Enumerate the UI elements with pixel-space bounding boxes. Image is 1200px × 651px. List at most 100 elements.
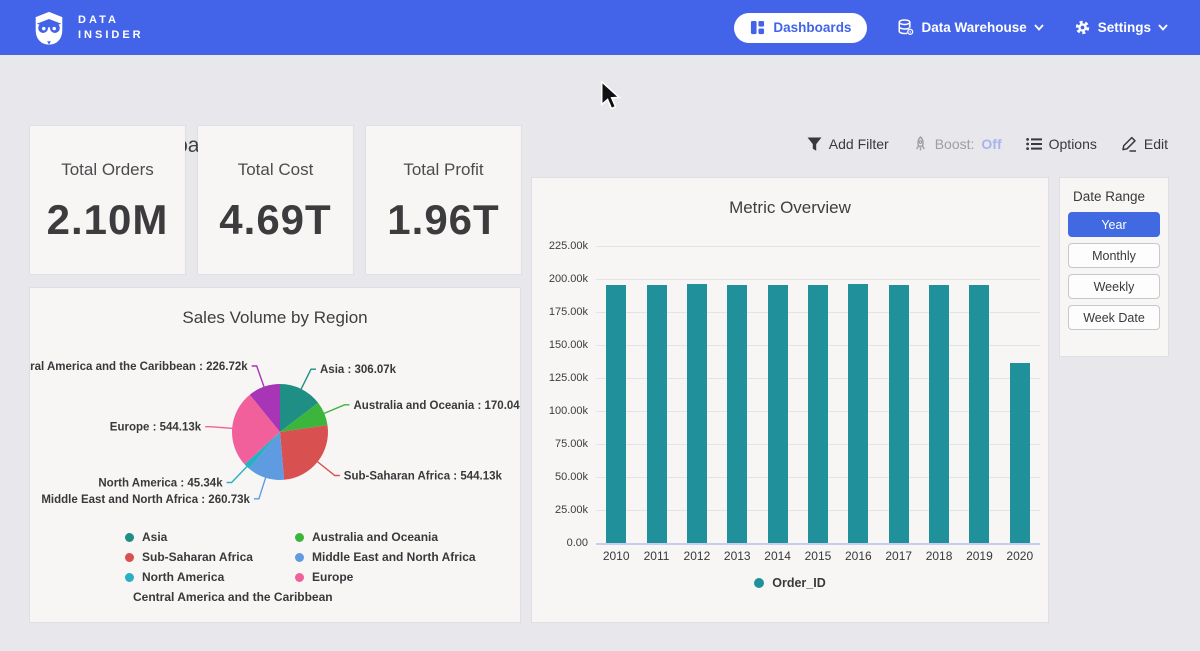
kpi-value: 1.96T: [366, 196, 521, 244]
pie-slice-sub-saharan-africa[interactable]: [280, 425, 328, 480]
sales-dashboard-page: DATA INSIDER Dashboards: [0, 0, 1200, 651]
edit-button[interactable]: Edit: [1121, 136, 1168, 152]
date-range-week-date[interactable]: Week Date: [1068, 305, 1160, 330]
legend-label: Order_ID: [772, 576, 826, 590]
gear-icon: [1074, 19, 1091, 36]
kpi-card-total-orders: Total Orders 2.10M: [30, 126, 185, 274]
owl-logo-icon: [30, 9, 68, 47]
pie-label-line: [227, 465, 249, 483]
options-list-icon: [1026, 137, 1042, 151]
pie-label-line: [205, 427, 235, 429]
y-axis-tick: 50.00k: [532, 471, 588, 483]
kpi-value: 4.69T: [198, 196, 353, 244]
add-filter-label: Add Filter: [829, 136, 889, 152]
legend-dot: [125, 553, 134, 562]
date-range-title: Date Range: [1073, 189, 1168, 204]
pie-label-line: [315, 460, 340, 476]
bar-chart-title: Metric Overview: [532, 198, 1048, 218]
y-axis-tick: 125.00k: [532, 372, 588, 384]
y-axis-tick: 200.00k: [532, 273, 588, 285]
settings-menu[interactable]: Settings: [1074, 19, 1168, 36]
y-axis-tick: 25.00k: [532, 504, 588, 516]
bar-2012[interactable]: [687, 284, 707, 544]
x-axis-label: 2013: [717, 549, 757, 563]
options-label: Options: [1049, 136, 1097, 152]
legend-dot: [295, 553, 304, 562]
options-button[interactable]: Options: [1026, 136, 1097, 152]
x-axis-label: 2011: [636, 549, 676, 563]
legend-item-sub-saharan-africa[interactable]: Sub-Saharan Africa: [125, 550, 295, 564]
date-range-year[interactable]: Year: [1068, 212, 1160, 237]
chevron-down-icon: [1034, 24, 1044, 31]
x-axis-label: 2016: [838, 549, 878, 563]
legend-item-middle-east-and-north-africa[interactable]: Middle East and North Africa: [295, 550, 476, 564]
boost-label: Boost:: [935, 136, 975, 152]
x-axis-label: 2010: [596, 549, 636, 563]
pie-label-line: [252, 366, 265, 390]
legend-dot: [295, 533, 304, 542]
pie-slice-label: Middle East and North Africa : 260.73k: [41, 494, 250, 506]
boost-toggle[interactable]: Boost: Off: [913, 136, 1002, 152]
bar-2018[interactable]: [929, 285, 949, 543]
bar-2019[interactable]: [969, 285, 989, 543]
legend-label: North America: [142, 570, 224, 584]
pie-slice-label: Sub-Saharan Africa : 544.13k: [344, 471, 503, 483]
brand-logo[interactable]: DATA INSIDER: [30, 9, 144, 47]
x-axis-label: 2019: [959, 549, 999, 563]
date-range-button-group: Year Monthly Weekly Week Date: [1060, 212, 1168, 330]
legend-item-australia-and-oceania[interactable]: Australia and Oceania: [295, 530, 476, 544]
chevron-down-icon: [1158, 24, 1168, 31]
bar-2011[interactable]: [647, 285, 667, 543]
dashboards-label: Dashboards: [773, 20, 851, 35]
bar-2013[interactable]: [727, 285, 747, 543]
x-axis-label: 2015: [798, 549, 838, 563]
sales-volume-panel: Sales Volume by Region Asia : 306.07kAus…: [30, 288, 520, 622]
date-range-weekly[interactable]: Weekly: [1068, 274, 1160, 299]
pie-slice-label: Asia : 306.07k: [320, 364, 397, 376]
dashboards-button[interactable]: Dashboards: [734, 13, 867, 43]
y-axis-tick: 75.00k: [532, 438, 588, 450]
y-axis-tick: 175.00k: [532, 306, 588, 318]
legend-label: Middle East and North Africa: [312, 550, 476, 564]
bar-2016[interactable]: [848, 284, 868, 543]
x-axis-label: 2012: [677, 549, 717, 563]
kpi-label: Total Cost: [198, 160, 353, 180]
legend-dot: [295, 573, 304, 582]
legend-label: Sub-Saharan Africa: [142, 550, 253, 564]
bar-2020[interactable]: [1010, 363, 1030, 543]
data-warehouse-label: Data Warehouse: [921, 20, 1026, 35]
y-axis-tick: 225.00k: [532, 240, 588, 252]
pie-label-line: [300, 369, 316, 391]
x-axis-label: 2018: [919, 549, 959, 563]
kpi-value: 2.10M: [30, 196, 185, 244]
legend-item-asia[interactable]: Asia: [125, 530, 295, 544]
kpi-label: Total Profit: [366, 160, 521, 180]
bar-2010[interactable]: [606, 285, 626, 543]
bar-2017[interactable]: [889, 285, 909, 543]
legend-item-central-america-and-the-caribbean[interactable]: Central America and the Caribbean: [125, 590, 295, 604]
pie-slice-label: Central America and the Caribbean : 226.…: [30, 361, 248, 373]
x-axis-label: 2020: [1000, 549, 1040, 563]
y-axis-tick: 100.00k: [532, 405, 588, 417]
pie-label-line: [322, 405, 350, 415]
legend-label: Asia: [142, 530, 167, 544]
legend-label: Europe: [312, 570, 353, 584]
bar-2014[interactable]: [768, 285, 788, 543]
add-filter-button[interactable]: Add Filter: [807, 136, 889, 152]
legend-dot: [125, 573, 134, 582]
bar-chart-plot: 0.0025.00k50.00k75.00k100.00k125.00k150.…: [532, 246, 1048, 546]
legend-item-north-america[interactable]: North America: [125, 570, 295, 584]
legend-item-europe[interactable]: Europe: [295, 570, 476, 584]
date-range-monthly[interactable]: Monthly: [1068, 243, 1160, 268]
dashboards-grid-icon: [750, 20, 765, 35]
bar-2015[interactable]: [808, 285, 828, 543]
data-warehouse-menu[interactable]: Data Warehouse: [897, 19, 1043, 36]
bar-chart-legend: Order_ID: [532, 576, 1048, 590]
pie-slice-label: Australia and Oceania : 170.04k: [354, 400, 521, 412]
legend-label: Australia and Oceania: [312, 530, 438, 544]
rocket-icon: [913, 136, 928, 152]
brand-text: DATA INSIDER: [78, 13, 144, 43]
x-axis-label: 2014: [757, 549, 797, 563]
edit-pencil-icon: [1121, 136, 1137, 152]
y-axis-tick: 150.00k: [532, 339, 588, 351]
